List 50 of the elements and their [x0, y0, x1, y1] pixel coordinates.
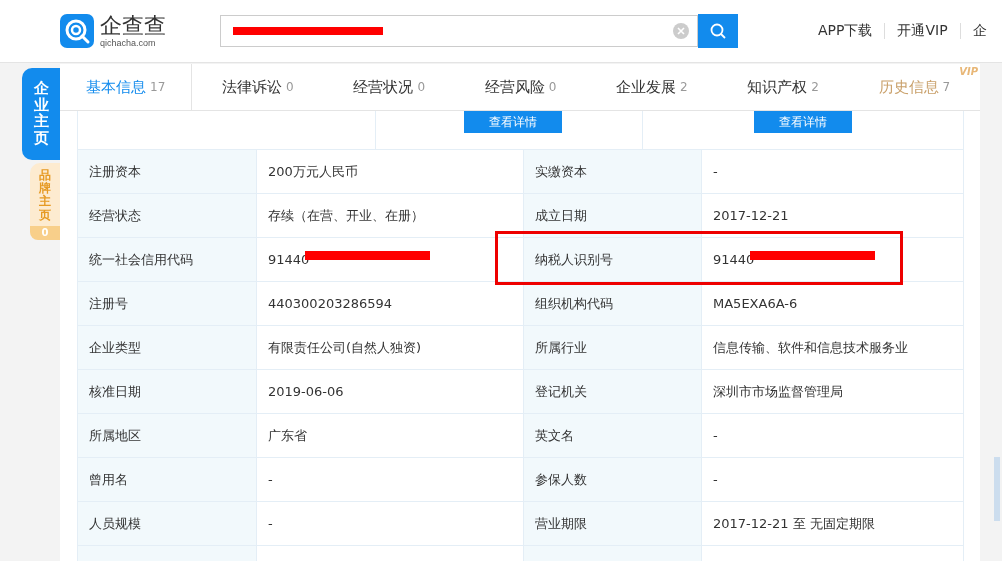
tab[interactable]: 知识产权 2	[717, 64, 849, 110]
field-label: 企业类型	[77, 325, 257, 370]
field-label: 注册号	[77, 281, 257, 326]
field-label: 统一社会信用代码	[77, 237, 257, 282]
field-label: 纳税人识别号	[523, 237, 702, 282]
field-value: 2017-12-21	[713, 208, 789, 223]
field-value: 深圳市市场监督管理局	[713, 382, 843, 401]
logo-subtitle: qichacha.com	[100, 38, 157, 48]
field-label: 英文名	[523, 413, 702, 458]
search-field[interactable]	[220, 15, 698, 47]
field-value: 存续（在营、开业、在册）	[268, 206, 424, 225]
field-label: 登记机关	[523, 369, 702, 414]
side-tab[interactable]: 企业主页	[22, 68, 60, 160]
logo-icon	[60, 14, 94, 48]
field-value: 200万元人民币	[268, 162, 358, 181]
field-label: 核准日期	[77, 369, 257, 414]
field-value: -	[268, 472, 273, 487]
field-label: 所属行业	[523, 325, 702, 370]
logo-text: 企查查	[100, 14, 166, 38]
nav-link[interactable]: APP下载	[806, 22, 885, 40]
field-value: MA5EXA6A-6	[713, 296, 798, 311]
field-label: 注册资本	[77, 149, 257, 194]
search-button[interactable]	[698, 14, 738, 48]
search-icon	[709, 22, 727, 40]
field-value: -	[713, 428, 718, 443]
tab[interactable]: 企业发展 2	[586, 64, 718, 110]
field-value: 2019-06-06	[268, 384, 344, 399]
tab[interactable]: 经营状况 0	[323, 64, 455, 110]
field-value: 有限责任公司(自然人独资)	[268, 338, 422, 357]
field-value: -	[713, 164, 718, 179]
nav-link[interactable]: 企	[960, 22, 999, 40]
field-label: 经营状态	[77, 193, 257, 238]
field-value: 2017-12-21 至 无固定期限	[713, 514, 875, 533]
field-value: 440300203286594	[268, 296, 393, 311]
tab[interactable]: 基本信息 17	[60, 64, 193, 110]
nav-link[interactable]: 开通VIP	[885, 22, 960, 40]
detail-button[interactable]: 查看详情	[754, 111, 852, 133]
field-value: 广东省	[268, 426, 307, 445]
field-value: -	[268, 516, 273, 531]
field-label: 营业期限	[523, 501, 702, 546]
field-value: 信息传输、软件和信息技术服务业	[713, 338, 908, 357]
detail-button[interactable]: 查看详情	[464, 111, 562, 133]
tab[interactable]: 法律诉讼 0	[192, 64, 324, 110]
field-label: 所属地区	[77, 413, 257, 458]
field-label: 人员规模	[77, 501, 257, 546]
field-label: 参保人数	[523, 457, 702, 502]
field-value: -	[713, 472, 718, 487]
field-label: 实缴资本	[523, 149, 702, 194]
tab[interactable]: 经营风险 0	[454, 64, 587, 110]
field-label: 曾用名	[77, 457, 257, 502]
